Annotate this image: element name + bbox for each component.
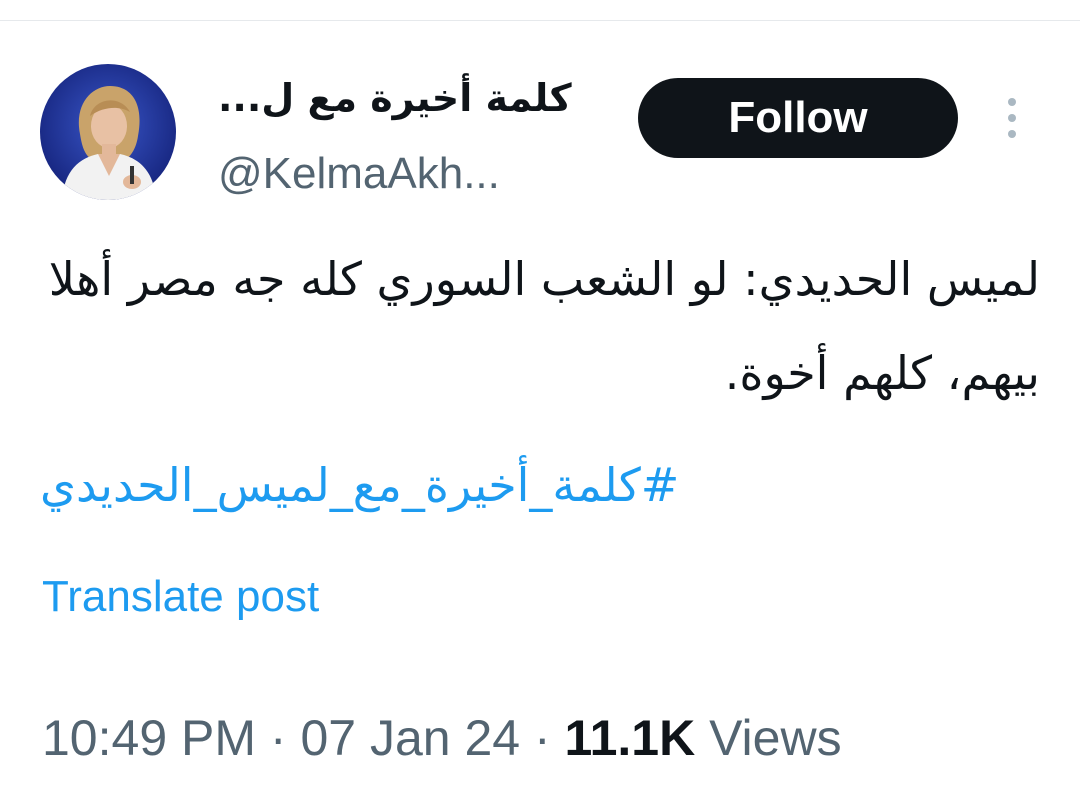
post-meta: 10:49 PM · 07 Jan 24 · 11.1K Views xyxy=(42,706,842,770)
post-time[interactable]: 10:49 PM xyxy=(42,710,256,766)
post-date[interactable]: 07 Jan 24 xyxy=(300,710,520,766)
top-divider xyxy=(0,20,1080,21)
avatar-photo xyxy=(40,64,176,200)
more-vertical-icon[interactable] xyxy=(1000,96,1024,140)
follow-button[interactable]: Follow xyxy=(638,78,958,158)
translate-post-link[interactable]: Translate post xyxy=(42,570,319,624)
avatar[interactable] xyxy=(40,64,176,200)
post-text: لميس الحديدي: لو الشعب السوري كله جه مصر… xyxy=(48,252,1040,400)
views-label: Views xyxy=(709,710,842,766)
views-count: 11.1K xyxy=(564,710,696,766)
display-name[interactable]: كلمة أخيرة مع ل... xyxy=(218,70,618,126)
hashtag-link[interactable]: #كلمة_أخيرة_مع_لميس_الحديدي xyxy=(40,440,900,530)
handle[interactable]: @KelmaAkh... xyxy=(218,148,500,200)
meta-separator: · xyxy=(520,710,565,766)
meta-separator: · xyxy=(256,710,301,766)
